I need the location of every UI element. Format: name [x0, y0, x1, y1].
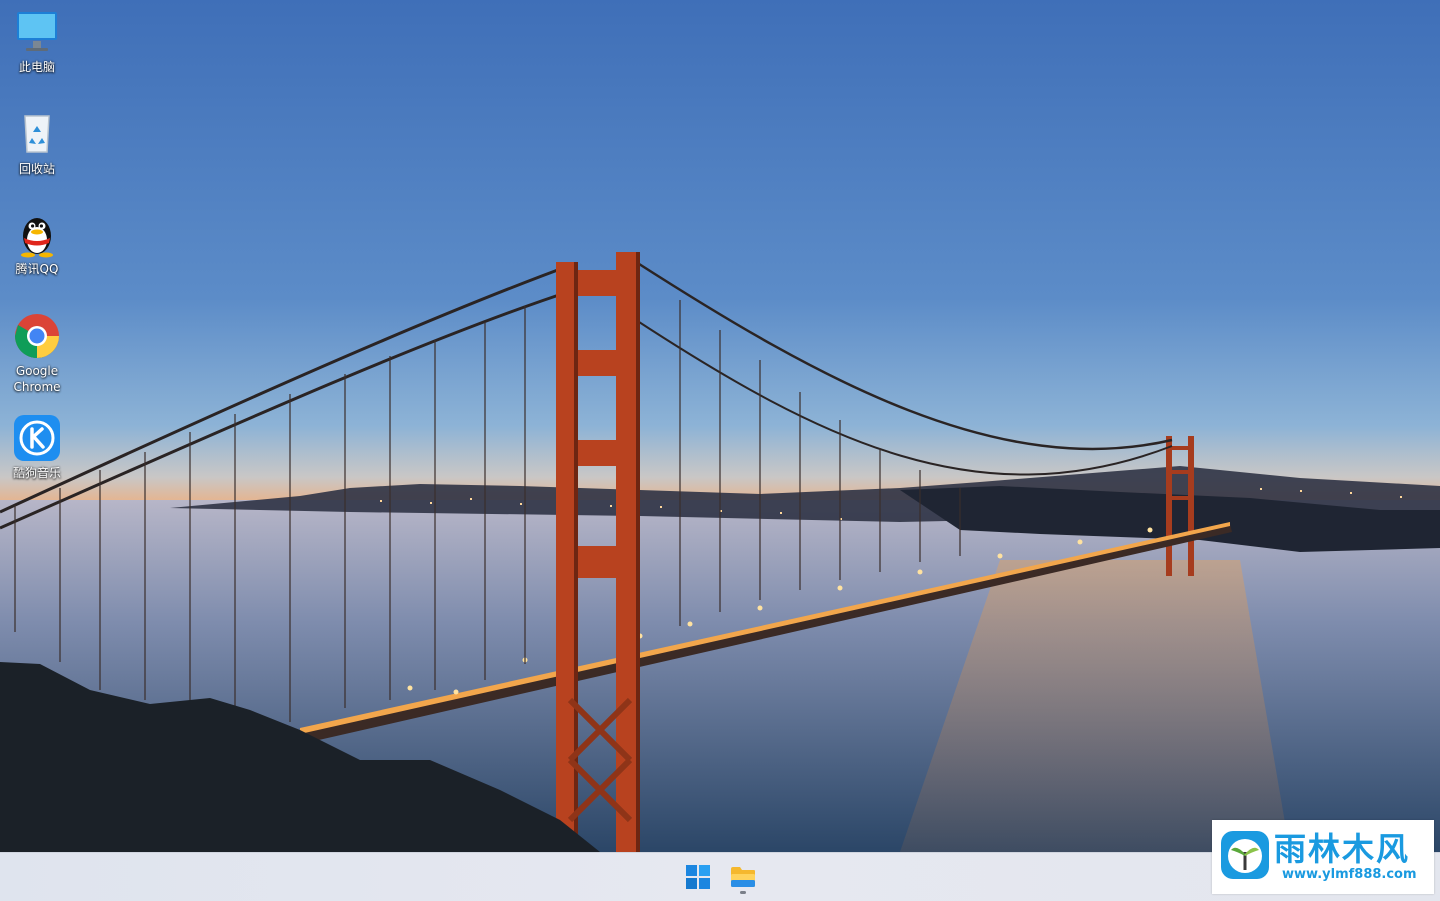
kugou-music-icon: [14, 415, 60, 461]
desktop-icon-label: 此电脑: [18, 60, 55, 74]
watermark-badge: 雨林木风 www.ylmf888.com: [1212, 820, 1434, 894]
desktop-icon-label: 回收站: [18, 162, 55, 176]
desktop-icon-kugou-music[interactable]: 酷狗音乐: [4, 414, 70, 481]
desktop-wallpaper: [0, 0, 1440, 852]
desktop-icon-recycle-bin[interactable]: 回收站: [4, 110, 70, 177]
windows-start-icon: [686, 865, 710, 889]
start-button[interactable]: [680, 859, 716, 895]
this-pc-icon: [17, 12, 57, 51]
desktop-icon-chrome[interactable]: Google Chrome: [4, 312, 70, 395]
watermark-name: 雨林木风: [1274, 830, 1411, 868]
chrome-icon: [15, 314, 59, 358]
folder-icon: [731, 867, 755, 887]
desktop-icon-label: Google Chrome: [13, 364, 61, 394]
desktop-icon-label: 酷狗音乐: [12, 466, 61, 480]
ylmf-logo-icon: [1221, 831, 1269, 879]
desktop-icon-label: 腾讯QQ: [15, 262, 59, 276]
desktop-icon-this-pc[interactable]: 此电脑: [4, 8, 70, 75]
file-explorer-button[interactable]: [725, 859, 761, 895]
desktop-icon-qq[interactable]: 腾讯QQ: [4, 210, 70, 277]
recycle-bin-icon: [24, 115, 50, 153]
watermark-url: www.ylmf888.com: [1282, 867, 1417, 882]
qq-icon: [21, 218, 53, 258]
running-indicator: [740, 891, 746, 894]
